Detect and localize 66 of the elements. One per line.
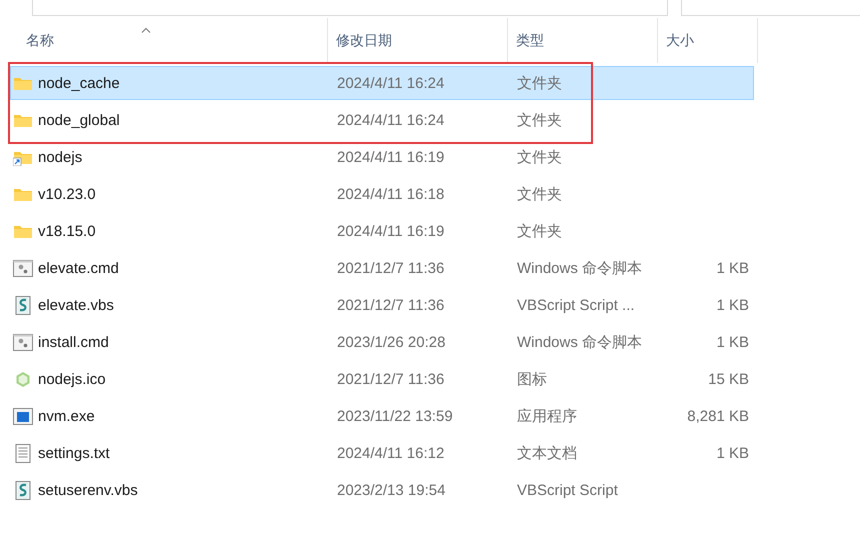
file-size: 1 KB	[716, 296, 749, 314]
modified-date: 2024/4/11 16:19	[337, 222, 444, 240]
file-name: node_global	[38, 112, 120, 128]
column-header[interactable]: 大小	[658, 18, 758, 63]
address-bar[interactable]	[32, 0, 668, 16]
file-row[interactable]: settings.txt 2024/4/11 16:12 文本文档 1 KB	[10, 436, 754, 470]
script-gear-icon	[13, 260, 33, 276]
column-header[interactable]: 类型	[508, 18, 658, 63]
file-name: nodejs.ico	[38, 370, 106, 388]
application-window-icon	[13, 408, 33, 424]
file-name: setuserenv.vbs	[38, 482, 138, 498]
file-size: 1 KB	[716, 334, 749, 350]
file-size: 1 KB	[716, 260, 749, 276]
file-type: 文本文档	[517, 444, 577, 462]
file-row[interactable]: setuserenv.vbs 2023/2/13 19:54 VBScript Script	[10, 473, 754, 507]
file-size: 1 KB	[716, 444, 749, 462]
file-row[interactable]: v10.23.0 2024/4/11 16:18 文件夹	[10, 177, 754, 211]
file-row[interactable]: nodejs.ico 2021/12/7 11:36 图标 15 KB	[10, 362, 754, 396]
column-header[interactable]: 修改日期	[328, 18, 508, 63]
file-row[interactable]: install.cmd 2023/1/26 20:28 Windows 命令脚本 1 KB	[10, 325, 754, 359]
modified-date: 2021/12/7 11:36	[337, 370, 444, 388]
file-type: 文件夹	[517, 110, 562, 130]
modified-date: 2024/4/11 16:24	[337, 112, 444, 128]
file-name: nodejs	[38, 148, 82, 166]
file-name: v10.23.0	[38, 186, 96, 202]
file-row[interactable]: nvm.exe 2023/11/22 13:59 应用程序 8,281 KB	[10, 399, 754, 433]
file-type: VBScript Script	[517, 482, 618, 498]
modified-date: 2024/4/11 16:18	[337, 186, 444, 202]
search-field[interactable]	[681, 0, 860, 16]
script-scroll-icon	[13, 296, 33, 314]
file-type: Windows 命令脚本	[517, 332, 642, 352]
modified-date: 2021/12/7 11:36	[337, 296, 444, 314]
file-type: 文件夹	[517, 184, 562, 204]
text-document-icon	[13, 444, 33, 462]
script-scroll-icon	[13, 480, 33, 500]
file-size: 8,281 KB	[687, 408, 749, 424]
file-type: 文件夹	[517, 74, 562, 92]
file-name: elevate.cmd	[38, 260, 119, 276]
column-header[interactable]: 名称	[0, 18, 328, 63]
file-type: 图标	[517, 370, 547, 388]
file-size: 15 KB	[708, 370, 749, 388]
modified-date: 2023/11/22 13:59	[337, 408, 453, 424]
file-name: node_cache	[38, 74, 120, 92]
file-type: 应用程序	[517, 406, 577, 426]
modified-date: 2024/4/11 16:24	[337, 74, 444, 92]
file-name: install.cmd	[38, 334, 109, 350]
modified-date: 2024/4/11 16:12	[337, 444, 444, 462]
file-type: Windows 命令脚本	[517, 258, 642, 278]
file-row[interactable]: elevate.vbs 2021/12/7 11:36 VBScript Script ... 1 KB	[10, 288, 754, 322]
file-type: 文件夹	[517, 222, 562, 240]
file-name: nvm.exe	[38, 408, 95, 424]
file-name: settings.txt	[38, 444, 110, 462]
file-type: VBScript Script ...	[517, 296, 635, 314]
file-row[interactable]: elevate.cmd 2021/12/7 11:36 Windows 命令脚本 1 KB	[10, 251, 754, 285]
modified-date: 2024/4/11 16:19	[337, 148, 444, 166]
modified-date: 2023/2/13 19:54	[337, 482, 446, 498]
file-type: 文件夹	[517, 148, 562, 166]
modified-date: 2021/12/7 11:36	[337, 260, 444, 276]
script-gear-icon	[13, 334, 33, 350]
file-row[interactable]: v18.15.0 2024/4/11 16:19 文件夹	[10, 214, 754, 248]
file-row[interactable]: nodejs 2024/4/11 16:19 文件夹	[10, 140, 754, 174]
file-row[interactable]: node_cache 2024/4/11 16:24 文件夹	[10, 66, 754, 100]
file-row[interactable]: node_global 2024/4/11 16:24 文件夹	[10, 103, 754, 137]
file-name: elevate.vbs	[38, 296, 114, 314]
modified-date: 2023/1/26 20:28	[337, 334, 446, 350]
file-name: v18.15.0	[38, 222, 96, 240]
